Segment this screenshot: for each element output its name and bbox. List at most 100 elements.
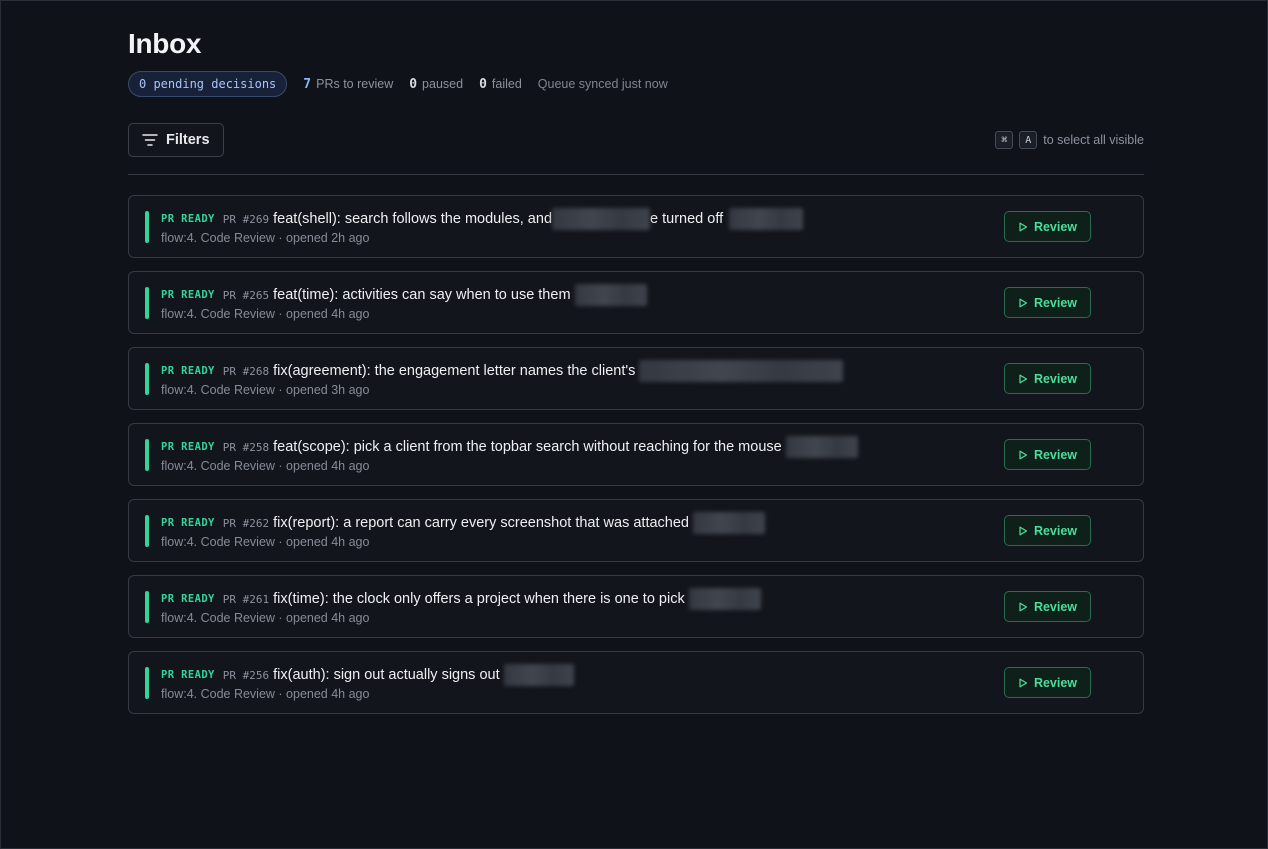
pr-title: feat(time): activities can say when to u… bbox=[273, 287, 571, 303]
pr-title: feat(scope): pick a client from the topb… bbox=[273, 439, 782, 455]
redacted-text bbox=[729, 208, 804, 230]
review-label: Review bbox=[1033, 447, 1078, 462]
pr-meta: flow:4. Code Review · opened 4h ago bbox=[161, 307, 370, 321]
review-label: Review bbox=[1033, 219, 1078, 234]
inbox-page: Inbox 0 pending decisions 7 PRs to revie… bbox=[128, 27, 1144, 727]
app-window: Inbox 0 pending decisions 7 PRs to revie… bbox=[0, 0, 1268, 849]
stat-value: 0 bbox=[409, 76, 418, 92]
pr-title-line: PR READY PR #269 feat(shell): search fol… bbox=[161, 208, 804, 230]
stat-value: 0 bbox=[479, 76, 487, 92]
review-button[interactable]: Review bbox=[1004, 211, 1091, 242]
play-icon bbox=[1018, 222, 1028, 232]
pr-title-line: PR READY PR #268 fix(agreement): the eng… bbox=[161, 360, 844, 382]
review-label: Review bbox=[1033, 599, 1078, 614]
pr-title-line: PR READY PR #256 fix(auth): sign out act… bbox=[161, 664, 574, 686]
status-bar bbox=[145, 439, 149, 471]
play-icon bbox=[1018, 298, 1028, 308]
pr-title: fix(agreement): the engagement letter na… bbox=[273, 363, 636, 379]
pr-title-line: PR READY PR #258 feat(scope): pick a cli… bbox=[161, 436, 858, 458]
toolbar: Filters ⌘ A to select all visible bbox=[128, 122, 1144, 158]
redacted-text bbox=[574, 284, 647, 306]
pr-title: fix(auth): sign out actually signs out bbox=[273, 667, 500, 683]
pr-title: fix(report): a report can carry every sc… bbox=[273, 515, 689, 531]
filters-button[interactable]: Filters bbox=[128, 123, 224, 157]
redacted-text bbox=[503, 664, 574, 686]
redacted-text bbox=[785, 436, 858, 458]
pr-row[interactable]: PR READY PR #256 fix(auth): sign out act… bbox=[128, 651, 1144, 714]
pr-number: PR #258 bbox=[222, 440, 270, 454]
stats-bar: 0 pending decisions 7 PRs to review 0 pa… bbox=[128, 71, 1144, 97]
pr-meta: flow:4. Code Review · opened 4h ago bbox=[161, 611, 370, 625]
review-label: Review bbox=[1033, 371, 1078, 386]
a-key: A bbox=[1019, 131, 1038, 149]
pr-row[interactable]: PR READY PR #261 fix(time): the clock on… bbox=[128, 575, 1144, 638]
pr-meta: flow:4. Code Review · opened 4h ago bbox=[161, 535, 370, 549]
pr-list: PR READY PR #269 feat(shell): search fol… bbox=[128, 195, 1144, 714]
hint-text: to select all visible bbox=[1043, 133, 1144, 147]
pr-meta: flow:4. Code Review · opened 2h ago bbox=[161, 231, 370, 245]
stat-label: PRs to review bbox=[316, 76, 394, 91]
pr-title-rest: e turned off bbox=[650, 211, 724, 227]
pr-meta: flow:4. Code Review · opened 4h ago bbox=[161, 459, 370, 473]
status-badge: PR READY bbox=[161, 517, 215, 529]
status-badge: PR READY bbox=[161, 213, 215, 225]
select-all-hint: ⌘ A to select all visible bbox=[995, 131, 1144, 149]
stat-label: failed bbox=[491, 76, 522, 91]
pr-row[interactable]: PR READY PR #262 fix(report): a report c… bbox=[128, 499, 1144, 562]
filter-lines-icon bbox=[142, 133, 158, 147]
review-label: Review bbox=[1033, 523, 1078, 538]
pr-row[interactable]: PR READY PR #268 fix(agreement): the eng… bbox=[128, 347, 1144, 410]
pr-number: PR #268 bbox=[222, 364, 270, 378]
pr-number: PR #265 bbox=[222, 288, 270, 302]
pr-title-line: PR READY PR #261 fix(time): the clock on… bbox=[161, 588, 761, 610]
review-button[interactable]: Review bbox=[1004, 591, 1091, 622]
review-label: Review bbox=[1033, 675, 1078, 690]
status-badge: PR READY bbox=[161, 669, 215, 681]
status-badge: PR READY bbox=[161, 289, 215, 301]
stat-paused: 0 paused bbox=[409, 77, 463, 92]
status-badge: PR READY bbox=[161, 365, 215, 377]
pr-row[interactable]: PR READY PR #265 feat(time): activities … bbox=[128, 271, 1144, 334]
pr-title: feat(shell): search follows the modules,… bbox=[273, 211, 553, 227]
pr-title: fix(time): the clock only offers a proje… bbox=[273, 591, 685, 607]
play-icon bbox=[1018, 602, 1028, 612]
redacted-text bbox=[688, 588, 761, 610]
sync-status: Queue synced just now bbox=[537, 77, 668, 91]
pr-title-line: PR READY PR #262 fix(report): a report c… bbox=[161, 512, 765, 534]
status-bar bbox=[145, 363, 149, 395]
pr-number: PR #262 bbox=[222, 516, 270, 530]
pr-meta: flow:4. Code Review · opened 4h ago bbox=[161, 687, 370, 701]
stat-prs-to-review: 7 PRs to review bbox=[303, 77, 393, 92]
review-button[interactable]: Review bbox=[1004, 667, 1091, 698]
filters-label: Filters bbox=[166, 132, 210, 148]
status-bar bbox=[145, 667, 149, 699]
stat-value: 7 bbox=[303, 76, 312, 92]
play-icon bbox=[1018, 526, 1028, 536]
pr-meta: flow:4. Code Review · opened 3h ago bbox=[161, 383, 370, 397]
status-bar bbox=[145, 287, 149, 319]
pr-row[interactable]: PR READY PR #258 feat(scope): pick a cli… bbox=[128, 423, 1144, 486]
pr-number: PR #261 bbox=[222, 592, 270, 606]
pr-row[interactable]: PR READY PR #269 feat(shell): search fol… bbox=[128, 195, 1144, 258]
status-bar bbox=[145, 515, 149, 547]
status-badge: PR READY bbox=[161, 441, 215, 453]
divider bbox=[128, 174, 1144, 175]
pr-number: PR #256 bbox=[222, 668, 270, 682]
stat-failed: 0 failed bbox=[479, 77, 522, 92]
status-bar bbox=[145, 211, 149, 243]
play-icon bbox=[1018, 450, 1028, 460]
status-bar bbox=[145, 591, 149, 623]
pending-decisions-pill[interactable]: 0 pending decisions bbox=[128, 71, 288, 97]
stat-label: paused bbox=[422, 76, 464, 91]
review-label: Review bbox=[1033, 295, 1078, 310]
pr-number: PR #269 bbox=[222, 212, 270, 226]
command-key: ⌘ bbox=[995, 131, 1014, 149]
review-button[interactable]: Review bbox=[1004, 363, 1091, 394]
review-button[interactable]: Review bbox=[1004, 287, 1091, 318]
review-button[interactable]: Review bbox=[1004, 515, 1091, 546]
play-icon bbox=[1018, 678, 1028, 688]
page-title: Inbox bbox=[128, 28, 202, 59]
review-button[interactable]: Review bbox=[1004, 439, 1091, 470]
redacted-text bbox=[552, 208, 651, 230]
play-icon bbox=[1018, 374, 1028, 384]
